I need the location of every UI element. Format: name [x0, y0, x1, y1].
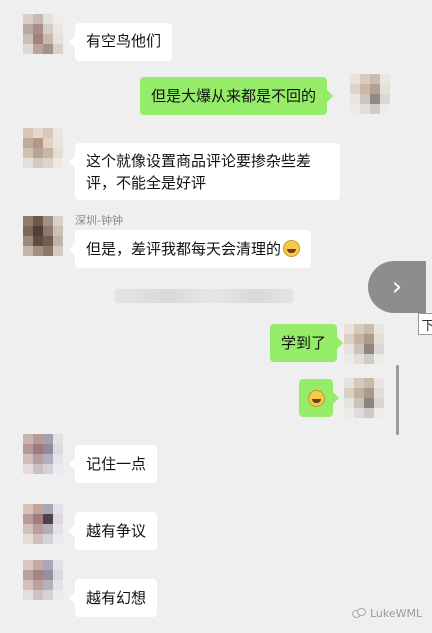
- message-text: 学到了: [281, 334, 327, 352]
- message-text: 但是，差评我都每天会清理的: [86, 240, 282, 258]
- laugh-crying-emoji-icon: [307, 389, 325, 407]
- wechat-icon: [352, 607, 366, 620]
- edge-label: 下: [418, 313, 432, 335]
- chevron-right-icon: ›: [391, 272, 403, 302]
- scrollbar[interactable]: [396, 365, 399, 435]
- avatar[interactable]: [23, 128, 63, 168]
- message-bubble[interactable]: [299, 379, 339, 417]
- message-bubble[interactable]: 学到了: [270, 324, 344, 362]
- watermark-text: LukeWML: [370, 607, 423, 620]
- message-text: 有空鸟他们: [86, 32, 162, 50]
- message-bubble[interactable]: 有空鸟他们: [68, 23, 173, 61]
- avatar[interactable]: [23, 14, 63, 54]
- message-text: 记住一点: [86, 455, 147, 473]
- message-bubble[interactable]: 越有幻想: [68, 579, 158, 617]
- avatar[interactable]: [23, 434, 63, 474]
- message-bubble[interactable]: 这个就像设置商品评论要掺杂些差评，不能全是好评: [69, 143, 340, 200]
- avatar[interactable]: [23, 216, 63, 256]
- message-text: 但是大爆从来都是不回的: [151, 87, 317, 105]
- message-bubble[interactable]: 越有争议: [68, 512, 158, 550]
- message-bubble[interactable]: 但是大爆从来都是不回的: [140, 77, 334, 115]
- avatar[interactable]: [344, 378, 384, 418]
- message-text: 越有争议: [86, 522, 147, 540]
- message-text: 越有幻想: [86, 589, 147, 607]
- avatar[interactable]: [23, 504, 63, 544]
- next-page-button[interactable]: ›: [368, 261, 426, 313]
- laugh-crying-emoji-icon: [283, 240, 301, 257]
- avatar[interactable]: [350, 74, 390, 114]
- message-text: 这个就像设置商品评论要掺杂些差评，不能全是好评: [86, 152, 312, 192]
- watermark: LukeWML: [352, 607, 422, 620]
- avatar[interactable]: [23, 560, 63, 600]
- avatar[interactable]: [344, 324, 384, 364]
- sender-name: 深圳-钟钟: [75, 214, 123, 227]
- system-notice: [115, 289, 293, 303]
- message-bubble[interactable]: 记住一点: [68, 445, 158, 483]
- message-bubble[interactable]: 但是，差评我都每天会清理的: [68, 230, 312, 268]
